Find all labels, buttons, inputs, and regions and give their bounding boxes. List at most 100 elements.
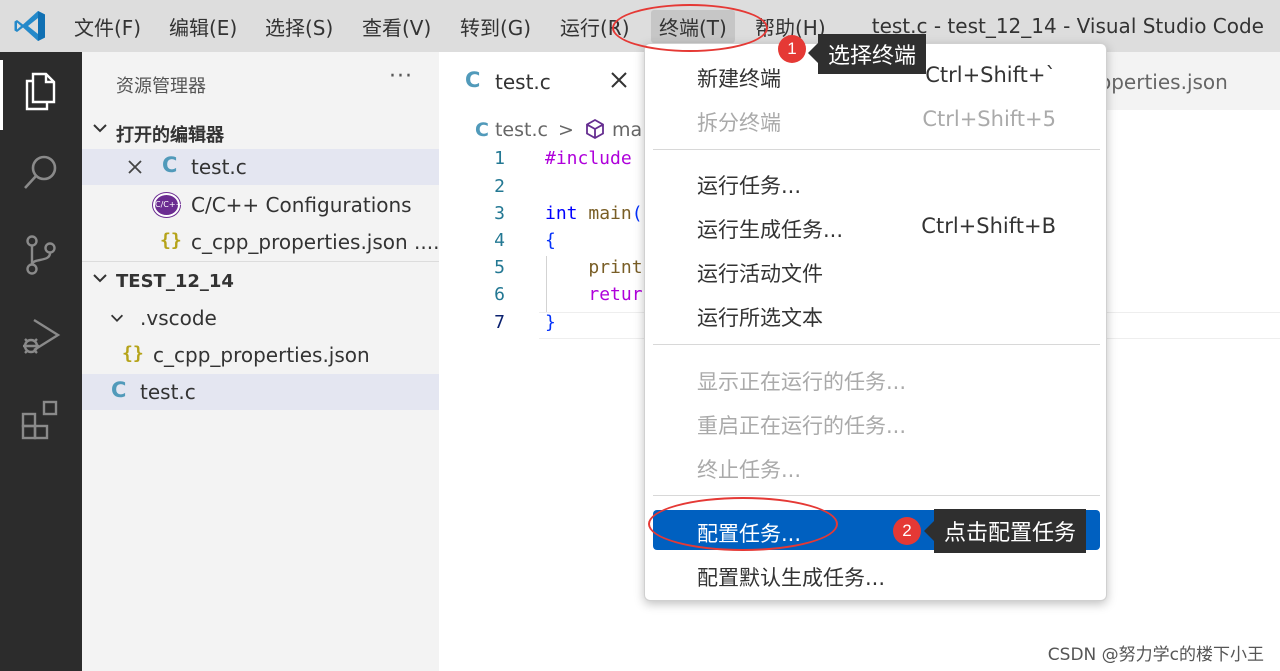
tree-label: .vscode: [140, 306, 217, 330]
code-token: #include: [545, 148, 632, 169]
chevron-down-icon: [110, 314, 124, 322]
annotation-ellipse-terminal: [612, 4, 768, 52]
menu-selection[interactable]: 选择(S): [265, 12, 333, 41]
breadcrumb: Ctest.c > ma: [475, 118, 642, 141]
open-editors-header[interactable]: 打开的编辑器: [82, 116, 439, 150]
menu-item-10[interactable]: 配置默认生成任务...: [653, 554, 1100, 594]
menu-item-1: 拆分终端 Ctrl+Shift+5: [653, 99, 1100, 139]
breadcrumb-symbol[interactable]: ma: [612, 119, 642, 141]
code-token: main: [588, 203, 632, 224]
source-control-icon[interactable]: [18, 232, 64, 278]
workspace-label: TEST_12_14: [116, 271, 234, 292]
breadcrumb-separator: >: [557, 119, 574, 141]
code-text: retur: [545, 284, 643, 305]
extensions-icon[interactable]: [18, 396, 64, 442]
tab-label: test.c: [495, 70, 551, 94]
menu-item-8: 终止任务...: [653, 446, 1100, 486]
menu-item-label: 运行活动文件: [697, 262, 823, 286]
code-token: {: [545, 230, 556, 251]
annotation-badge-1: 1: [778, 35, 806, 63]
menu-item-7: 重启正在运行的任务...: [653, 402, 1100, 442]
tree-folder-vscode[interactable]: .vscode: [82, 300, 439, 336]
menu-separator: [653, 149, 1100, 150]
json-file-icon: {}: [160, 230, 182, 251]
menu-go[interactable]: 转到(G): [460, 12, 531, 41]
annotation-callout-1: 选择终端: [818, 34, 927, 74]
tab-c-cpp-properties-label[interactable]: operties.json: [1099, 70, 1228, 94]
line-number: 7: [494, 312, 505, 333]
menu-item-6: 显示正在运行的任务...: [653, 358, 1100, 398]
workspace-header[interactable]: TEST_12_14: [82, 266, 439, 300]
close-icon[interactable]: [127, 159, 143, 175]
section-divider: [82, 261, 439, 262]
tree-file-c-cpp-properties[interactable]: {} c_cpp_properties.json: [82, 337, 439, 373]
line-number: 5: [494, 257, 505, 278]
code-text: {: [545, 230, 556, 251]
search-icon[interactable]: [18, 150, 64, 196]
code-text: print: [545, 257, 643, 278]
menu-item-label: 配置默认生成任务...: [697, 566, 886, 590]
close-icon[interactable]: [607, 68, 631, 92]
annotation-callout-2: 点击配置任务: [934, 509, 1087, 553]
c-file-icon: C: [111, 378, 127, 402]
tree-label: c_cpp_properties.json: [153, 343, 370, 367]
line-number: 4: [494, 230, 505, 251]
symbol-method-icon: [586, 118, 604, 140]
explorer-icon[interactable]: [18, 68, 64, 114]
chevron-down-icon: [93, 124, 107, 133]
c-file-icon: C: [475, 119, 489, 141]
menu-item-label: 运行任务...: [697, 174, 802, 198]
annotation-ellipse-configure: [648, 497, 838, 551]
open-editors-label: 打开的编辑器: [116, 125, 224, 146]
run-debug-icon[interactable]: [18, 314, 64, 360]
cpp-config-icon: C/C++: [153, 193, 182, 217]
menu-view[interactable]: 查看(V): [362, 12, 431, 41]
menu-item-3[interactable]: 运行生成任务... Ctrl+Shift+B: [653, 206, 1100, 246]
open-editor-item-c-cpp-configurations[interactable]: C/C++ C/C++ Configurations: [82, 187, 439, 223]
menu-item-label: 新建终端: [697, 67, 781, 91]
menu-item-2[interactable]: 运行任务...: [653, 162, 1100, 202]
annotation-arrow: [808, 43, 818, 63]
open-editor-item-c-cpp-properties[interactable]: {} c_cpp_properties.json ....: [82, 224, 439, 260]
menu-item-4[interactable]: 运行活动文件: [653, 250, 1100, 290]
code-text: #include: [545, 148, 632, 169]
menu-separator: [653, 495, 1100, 496]
window-title: test.c - test_12_14 - Visual Studio Code: [871, 14, 1264, 38]
open-editor-label: test.c: [191, 155, 247, 179]
code-text: }: [545, 312, 556, 333]
menu-item-label: 运行生成任务...: [697, 218, 844, 242]
code-token: (: [631, 203, 643, 224]
tab-test-c[interactable]: C test.c: [439, 52, 649, 110]
c-file-icon: C: [162, 153, 178, 177]
line-number: 1: [494, 148, 505, 169]
sidebar-title: 资源管理器: [116, 76, 206, 97]
tree-label: test.c: [140, 380, 196, 404]
open-editor-label: c_cpp_properties.json ....: [191, 230, 440, 254]
menu-item-label: 运行所选文本: [697, 306, 823, 330]
menu-file[interactable]: 文件(F): [74, 12, 141, 41]
more-actions-icon[interactable]: ···: [389, 64, 413, 89]
open-editor-label: C/C++ Configurations: [191, 193, 412, 217]
code-token: retur: [588, 284, 643, 305]
annotation-badge-2: 2: [893, 517, 921, 545]
menu-item-label: 显示正在运行的任务...: [697, 370, 907, 394]
open-editor-item-test-c[interactable]: C test.c: [82, 149, 439, 185]
menu-item-label: 重启正在运行的任务...: [697, 414, 907, 438]
line-number: 2: [494, 176, 505, 197]
menu-item-label: 拆分终端: [697, 111, 781, 135]
code-token: print: [588, 257, 643, 278]
vscode-logo-icon: [14, 11, 45, 41]
line-number: 6: [494, 284, 505, 305]
menu-item-keybinding: Ctrl+Shift+`: [925, 63, 1056, 87]
active-indicator: [0, 60, 3, 130]
json-file-icon: {}: [122, 343, 144, 364]
breadcrumb-file[interactable]: test.c: [495, 119, 548, 141]
menu-edit[interactable]: 编辑(E): [169, 12, 237, 41]
menu-item-keybinding: Ctrl+Shift+5: [922, 107, 1056, 131]
tree-file-test-c[interactable]: C test.c: [82, 374, 439, 410]
menu-item-5[interactable]: 运行所选文本: [653, 294, 1100, 334]
line-number: 3: [494, 203, 505, 224]
watermark: CSDN @努力学c的楼下小王: [1047, 645, 1264, 665]
